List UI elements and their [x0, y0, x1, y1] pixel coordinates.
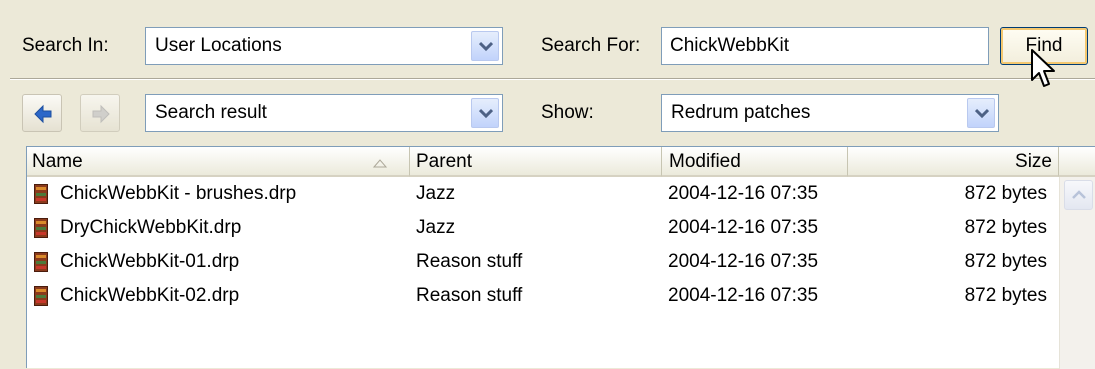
column-header-name[interactable]: Name: [27, 147, 410, 177]
column-header-size-label: Size: [1015, 151, 1052, 172]
patch-file-icon: [34, 252, 48, 272]
search-for-label: Search For:: [541, 35, 641, 56]
back-arrow-icon: [34, 104, 52, 124]
scroll-up-icon: [1072, 190, 1086, 199]
location-dropdown[interactable]: Search result: [145, 94, 503, 132]
cell-modified: 2004-12-16 07:35: [668, 251, 819, 272]
forward-button[interactable]: [80, 94, 120, 132]
patch-file-icon: [34, 286, 48, 306]
cell-size: 872 bytes: [964, 183, 1047, 204]
table-row[interactable]: ChickWebbKit - brushes.drp Jazz 2004-12-…: [27, 177, 1059, 211]
patch-file-icon: [34, 184, 48, 204]
cell-parent: Reason stuff: [416, 285, 523, 306]
column-header-size[interactable]: Size: [848, 147, 1059, 177]
chevron-down-icon: [479, 108, 493, 119]
cell-parent: Reason stuff: [416, 251, 523, 272]
patch-file-icon: [34, 218, 48, 238]
back-button[interactable]: [22, 94, 62, 132]
chevron-down-icon: [479, 41, 493, 52]
column-header-name-label: Name: [32, 151, 83, 172]
mouse-cursor-icon: [1031, 49, 1055, 87]
cell-name: ChickWebbKit - brushes.drp: [60, 183, 297, 204]
search-in-value: User Locations: [155, 35, 282, 56]
column-header-parent-label: Parent: [416, 151, 472, 172]
chevron-down-icon: [975, 108, 989, 119]
show-value: Redrum patches: [671, 102, 811, 123]
search-in-label: Search In:: [22, 35, 109, 56]
table-row[interactable]: ChickWebbKit-01.drp Reason stuff 2004-12…: [27, 245, 1059, 279]
cell-size: 872 bytes: [964, 217, 1047, 238]
column-header-parent[interactable]: Parent: [410, 147, 662, 177]
forward-arrow-icon: [92, 104, 110, 124]
column-header-modified-label: Modified: [669, 151, 741, 172]
location-value: Search result: [155, 102, 267, 123]
table-row[interactable]: ChickWebbKit-02.drp Reason stuff 2004-12…: [27, 279, 1059, 313]
column-header-filler: [1059, 147, 1095, 177]
location-dropdown-button[interactable]: [471, 98, 499, 128]
search-in-dropdown-button[interactable]: [471, 31, 499, 61]
cell-size: 872 bytes: [964, 251, 1047, 272]
cell-modified: 2004-12-16 07:35: [668, 217, 819, 238]
cell-size: 872 bytes: [964, 285, 1047, 306]
table-row[interactable]: DryChickWebbKit.drp Jazz 2004-12-16 07:3…: [27, 211, 1059, 245]
show-label: Show:: [541, 102, 594, 123]
column-header-modified[interactable]: Modified: [662, 147, 848, 177]
show-dropdown[interactable]: Redrum patches: [661, 94, 999, 132]
vertical-scrollbar[interactable]: [1059, 177, 1095, 369]
search-for-field[interactable]: [661, 27, 989, 65]
cell-name: DryChickWebbKit.drp: [60, 217, 242, 238]
cell-modified: 2004-12-16 07:35: [668, 183, 819, 204]
file-list[interactable]: Name Parent Modified Size ChickWebbKit -…: [26, 146, 1095, 369]
cell-name: ChickWebbKit-02.drp: [60, 285, 240, 306]
search-in-dropdown[interactable]: User Locations: [145, 27, 503, 65]
search-for-input[interactable]: [670, 33, 970, 59]
show-dropdown-button[interactable]: [967, 98, 995, 128]
cell-parent: Jazz: [416, 217, 456, 238]
cell-parent: Jazz: [416, 183, 456, 204]
cell-modified: 2004-12-16 07:35: [668, 285, 819, 306]
cell-name: ChickWebbKit-01.drp: [60, 251, 240, 272]
sort-ascending-icon: [373, 159, 387, 168]
toolbar-separator: [10, 78, 1095, 80]
scroll-up-button[interactable]: [1064, 180, 1093, 210]
